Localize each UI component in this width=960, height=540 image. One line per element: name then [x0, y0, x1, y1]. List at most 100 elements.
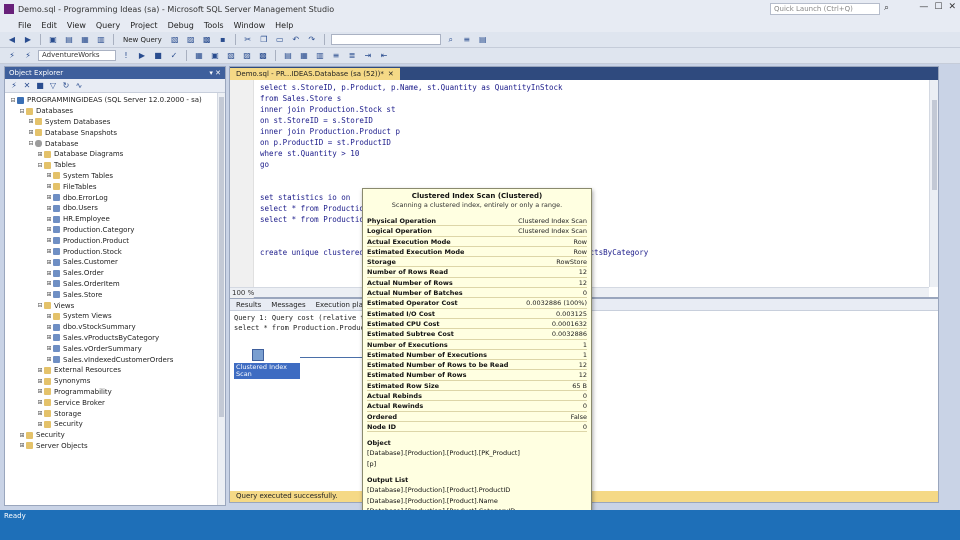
expand-icon[interactable]: ⊞ — [45, 313, 53, 320]
expand-icon[interactable]: ⊞ — [36, 399, 44, 406]
refresh-icon[interactable]: ↻ — [61, 81, 71, 90]
cut-icon[interactable]: ✂ — [242, 34, 254, 45]
dmx-query-icon[interactable]: ▩ — [201, 34, 213, 45]
expand-icon[interactable]: ⊞ — [45, 334, 53, 341]
comment-icon[interactable]: ≡ — [330, 50, 342, 61]
redo-icon[interactable]: ↷ — [306, 34, 318, 45]
live-stats-icon[interactable]: ▨ — [241, 50, 253, 61]
execute-icon[interactable]: ! — [120, 50, 132, 61]
tree-node[interactable]: ⊞ FileTables — [5, 181, 225, 192]
tree-node[interactable]: ⊞ Programmability — [5, 387, 225, 398]
expand-icon[interactable]: ⊞ — [36, 388, 44, 395]
tree-node[interactable]: ⊞ Sales.Store — [5, 289, 225, 300]
include-plan-icon[interactable]: ▧ — [225, 50, 237, 61]
stop-icon[interactable]: ■ — [35, 81, 45, 90]
expand-icon[interactable]: ⊞ — [18, 442, 26, 449]
new-query-button[interactable]: New Query — [120, 36, 165, 44]
tree-node[interactable]: ⊞ Production.Product — [5, 235, 225, 246]
plan-operator-node[interactable]: Clustered Index Scan — [234, 349, 300, 383]
connect-icon[interactable]: ⚡ — [9, 81, 19, 90]
open-icon[interactable]: ▤ — [63, 34, 75, 45]
expand-icon[interactable]: ⊞ — [45, 183, 53, 190]
expand-icon[interactable]: ⊞ — [45, 216, 53, 223]
disconnect-icon[interactable]: ⚡ — [22, 50, 34, 61]
tree-node[interactable]: ⊞ HR.Employee — [5, 214, 225, 225]
tree-node[interactable]: ⊟ Database — [5, 138, 225, 149]
back-icon[interactable]: ◀ — [6, 34, 18, 45]
tree-node[interactable]: ⊟ Views — [5, 300, 225, 311]
paste-icon[interactable]: ▭ — [274, 34, 286, 45]
collapse-icon[interactable]: ⊟ — [36, 302, 44, 309]
expand-icon[interactable]: ⊞ — [45, 291, 53, 298]
expand-icon[interactable]: ⊞ — [45, 259, 53, 266]
save-icon[interactable]: ▦ — [79, 34, 91, 45]
scrollbar-thumb[interactable] — [932, 100, 937, 190]
mdx-query-icon[interactable]: ▨ — [185, 34, 197, 45]
expand-icon[interactable]: ⊞ — [45, 194, 53, 201]
menu-item-edit[interactable]: Edit — [41, 21, 57, 30]
expand-icon[interactable]: ⊞ — [45, 205, 53, 212]
tree-node[interactable]: ⊞ System Tables — [5, 171, 225, 182]
collapse-icon[interactable]: ⊟ — [9, 97, 17, 104]
outdent-icon[interactable]: ⇤ — [378, 50, 390, 61]
find-icon[interactable]: ⌕ — [445, 34, 457, 45]
parse-icon[interactable]: ✓ — [168, 50, 180, 61]
tree-node[interactable]: ⊞ Sales.vProductsByCategory — [5, 333, 225, 344]
tree-node[interactable]: ⊞ System Views — [5, 311, 225, 322]
tree-node[interactable]: ⊞ Synonyms — [5, 376, 225, 387]
properties-icon[interactable]: ≡ — [461, 34, 473, 45]
uncomment-icon[interactable]: ≣ — [346, 50, 358, 61]
expand-icon[interactable]: ⊞ — [45, 356, 53, 363]
tree-node[interactable]: ⊟ Databases — [5, 106, 225, 117]
pin-icon[interactable]: ▾ ✕ — [209, 67, 221, 79]
tree-node[interactable]: ⊞ Storage — [5, 408, 225, 419]
tab-demo-sql[interactable]: Demo.sql - PR...IDEAS.Database (sa (52))… — [230, 68, 400, 80]
client-stats-icon[interactable]: ▩ — [257, 50, 269, 61]
maximize-icon[interactable]: ☐ — [934, 2, 942, 12]
results-tab-messages[interactable]: Messages — [271, 301, 305, 309]
menu-item-tools[interactable]: Tools — [204, 21, 224, 30]
tree-node[interactable]: ⊞ Database Diagrams — [5, 149, 225, 160]
tree-node[interactable]: ⊞ Production.Stock — [5, 246, 225, 257]
expand-icon[interactable]: ⊞ — [45, 172, 53, 179]
quick-launch-input[interactable]: Quick Launch (Ctrl+Q) — [770, 3, 880, 15]
forward-icon[interactable]: ▶ — [22, 34, 34, 45]
menu-item-debug[interactable]: Debug — [168, 21, 194, 30]
tree-node[interactable]: ⊞ Database Snapshots — [5, 127, 225, 138]
tree-node[interactable]: ⊞ Production.Category — [5, 225, 225, 236]
menu-item-project[interactable]: Project — [130, 21, 157, 30]
expand-icon[interactable]: ⊞ — [36, 151, 44, 158]
collapse-icon[interactable]: ⊟ — [36, 162, 44, 169]
tree-node[interactable]: ⊞ Server Objects — [5, 441, 225, 452]
menu-item-window[interactable]: Window — [234, 21, 266, 30]
expand-icon[interactable]: ⊞ — [45, 226, 53, 233]
menu-item-query[interactable]: Query — [96, 21, 120, 30]
expand-icon[interactable]: ⊞ — [45, 345, 53, 352]
object-explorer-scrollbar[interactable] — [217, 93, 225, 505]
tree-node[interactable]: ⊟ PROGRAMMINGIDEAS (SQL Server 12.0.2000 … — [5, 95, 225, 106]
menu-item-help[interactable]: Help — [275, 21, 293, 30]
expand-icon[interactable]: ⊞ — [45, 280, 53, 287]
activity-icon[interactable]: ∿ — [74, 81, 84, 90]
tree-node[interactable]: ⊞ dbo.vStockSummary — [5, 322, 225, 333]
zoom-level[interactable]: 100 % — [232, 289, 254, 297]
db-query-icon[interactable]: ▧ — [169, 34, 181, 45]
menu-item-view[interactable]: View — [67, 21, 86, 30]
tree-node[interactable]: ⊞ dbo.Users — [5, 203, 225, 214]
expand-icon[interactable]: ⊞ — [27, 118, 35, 125]
toolbox-icon[interactable]: ▤ — [477, 34, 489, 45]
tree-node[interactable]: ⊞ Security — [5, 430, 225, 441]
expand-icon[interactable]: ⊞ — [36, 410, 44, 417]
expand-icon[interactable]: ⊞ — [27, 129, 35, 136]
expand-icon[interactable]: ⊞ — [45, 237, 53, 244]
debug-icon[interactable]: ▶ — [136, 50, 148, 61]
results-tab-execution-plan[interactable]: Execution plan — [316, 301, 368, 309]
stop-icon[interactable]: ■ — [152, 50, 164, 61]
tree-node[interactable]: ⊞ Sales.OrderItem — [5, 279, 225, 290]
xmla-query-icon[interactable]: ▪ — [217, 34, 229, 45]
database-combo[interactable]: AdventureWorks — [38, 50, 116, 61]
results-file-icon[interactable]: ▥ — [314, 50, 326, 61]
expand-icon[interactable]: ⊞ — [18, 432, 26, 439]
results-grid-icon[interactable]: ▦ — [298, 50, 310, 61]
close-icon[interactable]: ✕ — [948, 2, 956, 12]
